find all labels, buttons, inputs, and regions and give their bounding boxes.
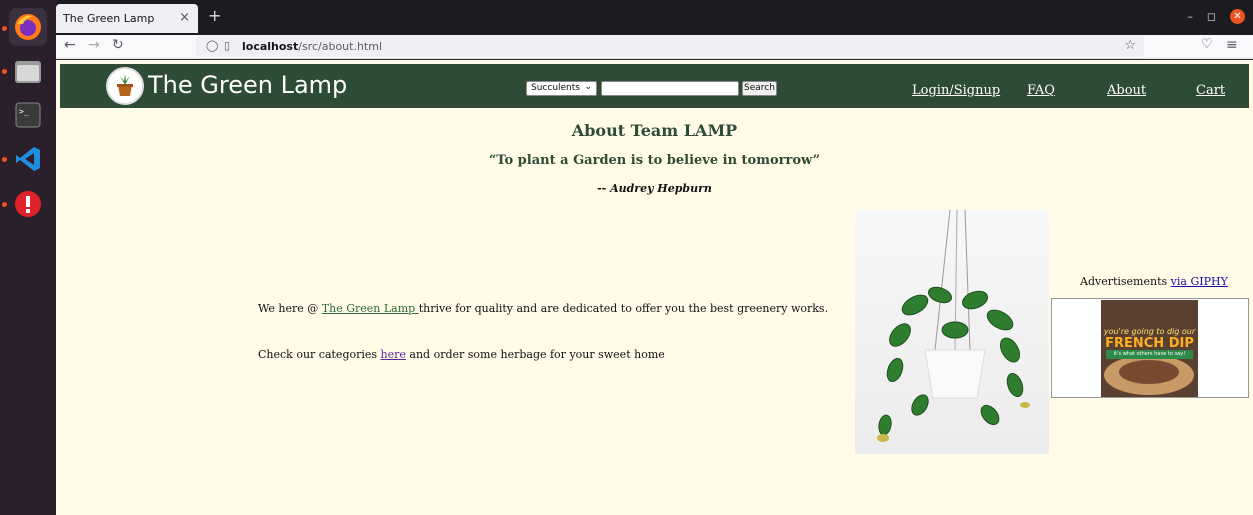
category-selected: Succulents xyxy=(531,83,580,93)
firefox-icon[interactable] xyxy=(9,8,47,46)
giphy-link[interactable]: via GIPHY xyxy=(1171,275,1228,288)
ubuntu-dock: >_ xyxy=(0,0,56,515)
close-window-icon[interactable]: ✕ xyxy=(1230,9,1245,24)
menu-icon[interactable]: ≡ xyxy=(1226,37,1238,53)
svg-text:>_: >_ xyxy=(19,107,29,116)
new-tab-button[interactable]: + xyxy=(208,6,221,25)
para2-text-end: and order some herbage for your sweet ho… xyxy=(405,348,665,361)
site-title[interactable]: The Green Lamp xyxy=(148,71,347,99)
web-page: The Green Lamp Succulents ⌄ Search Login… xyxy=(56,60,1253,515)
nav-login-signup[interactable]: Login/Signup xyxy=(912,83,1000,98)
url-bar[interactable]: ◯ ▯ localhost/src/about.html ☆ xyxy=(196,36,1144,57)
ad-line-2: FRENCH DIP xyxy=(1105,336,1194,351)
files-icon[interactable] xyxy=(9,52,47,90)
url-path: /src/about.html xyxy=(298,40,383,53)
french-dip-ad-image[interactable]: you're going to dig our FRENCH DIP it's … xyxy=(1101,300,1198,397)
green-lamp-link[interactable]: The Green Lamp xyxy=(322,302,419,315)
green-lamp-logo[interactable] xyxy=(106,67,144,105)
running-indicator xyxy=(2,26,7,31)
tab-title: The Green Lamp xyxy=(63,12,155,25)
url-host: localhost xyxy=(242,40,299,53)
ad-box[interactable]: you're going to dig our FRENCH DIP it's … xyxy=(1051,298,1249,398)
vscode-icon[interactable] xyxy=(9,140,47,178)
chevron-down-icon: ⌄ xyxy=(584,82,592,92)
running-indicator xyxy=(2,69,7,74)
hanging-plant-image xyxy=(855,210,1049,454)
ad-line-3: it's what others have to say! xyxy=(1113,351,1186,357)
window-controls: – ◻ ✕ xyxy=(1187,9,1245,24)
nav-about[interactable]: About xyxy=(1107,83,1146,98)
forward-icon[interactable]: → xyxy=(88,37,100,53)
browser-navbar: ← → ↻ ◯ ▯ localhost/src/about.html ☆ ♡ ≡ xyxy=(56,35,1253,59)
search-input[interactable] xyxy=(601,81,739,96)
nav-cart[interactable]: Cart xyxy=(1196,83,1225,98)
update-alert-icon[interactable] xyxy=(9,185,47,223)
ads-label-text: Advertisements xyxy=(1080,275,1171,288)
about-title: About Team LAMP xyxy=(571,121,738,140)
bookmark-star-icon[interactable]: ☆ xyxy=(1124,38,1136,53)
category-select[interactable]: Succulents ⌄ xyxy=(526,81,597,96)
tab-close-icon[interactable]: × xyxy=(179,10,190,25)
page-icon[interactable]: ▯ xyxy=(224,39,230,52)
running-indicator xyxy=(2,202,7,207)
terminal-icon[interactable]: >_ xyxy=(9,96,47,134)
tab-the-green-lamp[interactable]: The Green Lamp × xyxy=(56,4,198,33)
pocket-icon[interactable]: ♡ xyxy=(1201,37,1213,52)
minimize-icon[interactable]: – xyxy=(1187,10,1193,23)
running-indicator xyxy=(2,157,7,162)
browser-tabbar: The Green Lamp × + – ◻ ✕ xyxy=(56,0,1253,35)
site-header: The Green Lamp Succulents ⌄ Search Login… xyxy=(60,64,1249,108)
para1-text-end: thrive for quality and are dedicated to … xyxy=(418,302,829,315)
about-paragraph-1: We here @ The Green Lamp thrive for qual… xyxy=(258,302,828,315)
ads-label: Advertisements via GIPHY xyxy=(1080,275,1228,288)
quote-author: -- Audrey Hepburn xyxy=(597,182,712,195)
quote: “To plant a Garden is to believe in tomo… xyxy=(488,153,821,168)
back-icon[interactable]: ← xyxy=(64,37,76,53)
categories-here-link[interactable]: here xyxy=(381,348,406,361)
para2-text-start: Check our categories xyxy=(258,348,381,361)
para1-text-start: We here @ xyxy=(258,302,322,315)
shield-icon[interactable]: ◯ xyxy=(206,39,218,52)
about-paragraph-2: Check our categories here and order some… xyxy=(258,348,665,361)
reload-icon[interactable]: ↻ xyxy=(112,37,124,53)
ad-line-1: you're going to dig our xyxy=(1103,327,1196,336)
maximize-icon[interactable]: ◻ xyxy=(1207,10,1216,23)
nav-faq[interactable]: FAQ xyxy=(1027,83,1055,98)
search-button[interactable]: Search xyxy=(742,81,777,96)
